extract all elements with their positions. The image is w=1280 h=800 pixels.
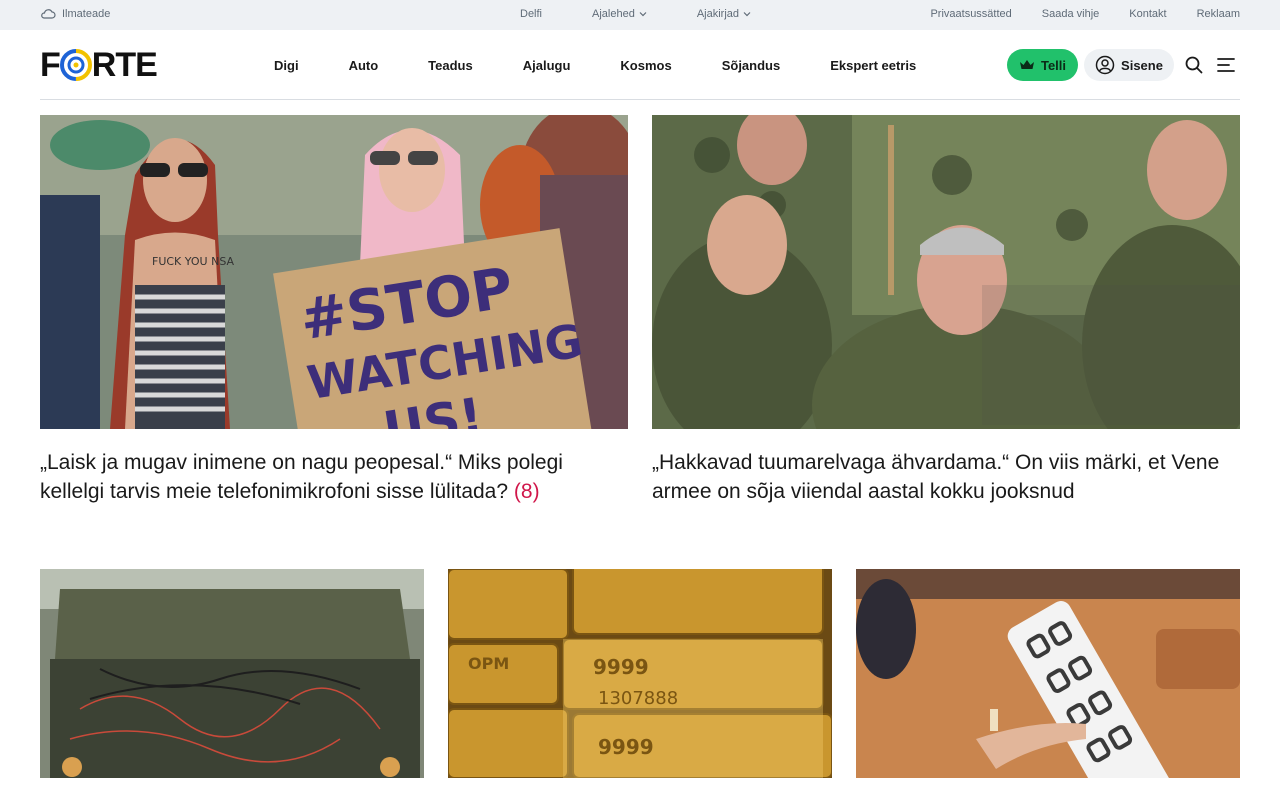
weather-label: Ilmateade [62,8,111,20]
search-icon[interactable] [1185,56,1203,74]
portal-links: Delfi Ajalehed Ajakirjad [520,8,801,20]
weather-link[interactable]: Ilmateade [40,8,110,20]
advertise-link[interactable]: Reklaam [1197,8,1240,20]
article-image-truck-wreck[interactable] [40,569,424,778]
bar-stamp-maker: OPM [468,654,509,673]
article-image-protest[interactable]: FUCK YOU NSA #STOP WATCHING US! [40,115,628,429]
bar-stamp-purity: 9999 [593,655,649,679]
nav-item-teadus[interactable]: Teadus [428,58,473,73]
forte-logo[interactable]: F RTE [40,48,158,82]
article-image-gold-bars[interactable]: 9999 1307888 OPM 9999 [448,569,832,778]
cloud-icon [41,9,56,19]
portal-link-label: Ajalehed [592,8,635,20]
headline-text: „Laisk ja mugav inimene on nagu peopesal… [40,451,563,503]
utility-links: Privaatsussätted Saada vihje Kontakt Rek… [930,8,1240,20]
subscribe-button[interactable]: Telli [1007,49,1078,81]
send-tip-link[interactable]: Saada vihje [1042,8,1100,20]
comment-count[interactable]: (8) [514,480,540,503]
menu-icon[interactable] [1217,57,1235,73]
article-headline[interactable]: „Hakkavad tuumarelvaga ähvardama.“ On vi… [652,448,1240,506]
nav-item-kosmos[interactable]: Kosmos [620,58,671,73]
top-utility-bar: Ilmateade Delfi Ajalehed Ajakirjad Priva… [0,0,1280,30]
bar-stamp-serial: 1307888 [598,688,678,709]
portal-link-ajakirjad[interactable]: Ajakirjad [697,8,751,20]
login-label: Sisene [1121,57,1163,73]
article-image-military[interactable] [652,115,1240,429]
portal-link-label: Ajakirjad [696,8,740,20]
body-writing-text: FUCK YOU NSA [152,255,235,268]
logo-o-emblem [59,49,92,81]
user-icon [1095,55,1115,75]
subscribe-label: Telli [1040,57,1067,73]
portal-link-label: Delfi [520,8,543,20]
nav-item-auto[interactable]: Auto [349,58,379,73]
nav-item-digi[interactable]: Digi [274,58,299,73]
portal-link-delfi[interactable]: Delfi [520,8,542,20]
crown-icon [1019,60,1034,69]
headline-text: „Hakkavad tuumarelvaga ähvardama.“ On vi… [652,451,1220,503]
article-headline[interactable]: „Laisk ja mugav inimene on nagu peopesal… [40,448,620,506]
contact-link[interactable]: Kontakt [1129,8,1166,20]
login-button[interactable]: Sisene [1084,49,1174,81]
nav-item-sojandus[interactable]: Sõjandus [722,58,781,73]
bar-stamp-purity-2: 9999 [598,735,654,759]
site-header: F RTE Digi Auto Teadus Ajalugu Kosmos Sõ… [40,30,1240,100]
nav-item-ekspert-eetris[interactable]: Ekspert eetris [830,58,916,73]
chevron-down-icon [743,12,751,17]
article-image-smartwatches[interactable] [856,569,1240,778]
portal-link-ajalehed[interactable]: Ajalehed [592,8,647,20]
privacy-settings-link[interactable]: Privaatsussätted [930,8,1011,20]
nav-item-ajalugu[interactable]: Ajalugu [523,58,571,73]
chevron-down-icon [639,12,647,17]
main-nav: Digi Auto Teadus Ajalugu Kosmos Sõjandus… [274,58,966,73]
